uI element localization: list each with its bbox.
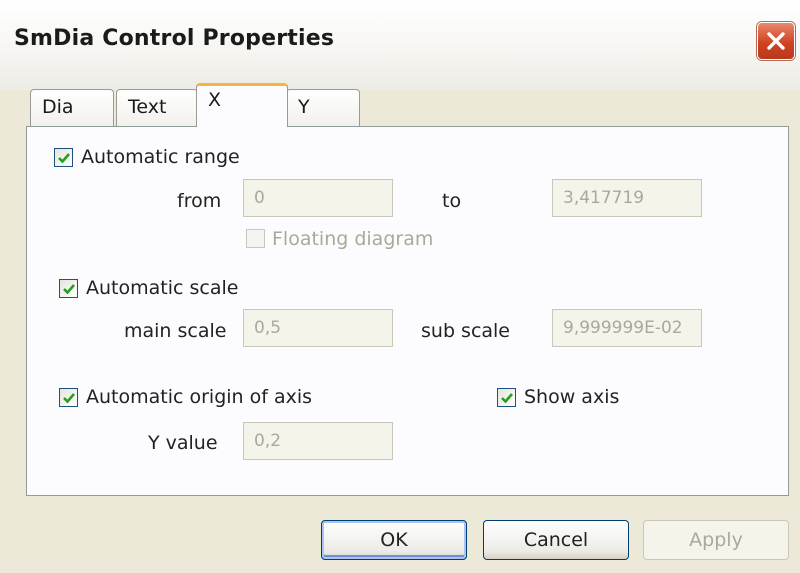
- sub-scale-label: sub scale: [421, 320, 510, 342]
- automatic-scale-checkbox[interactable]: [59, 279, 78, 298]
- close-icon: [767, 32, 785, 50]
- tab-y-label: Y: [298, 96, 310, 118]
- y-value-label: Y value: [148, 432, 218, 454]
- checkmark-icon: [501, 393, 513, 404]
- checkmark-icon: [63, 284, 75, 295]
- to-label: to: [442, 190, 462, 212]
- main-scale-label: main scale: [124, 320, 227, 342]
- tab-x[interactable]: X: [196, 83, 288, 127]
- show-axis-label: Show axis: [524, 386, 620, 408]
- title-bar[interactable]: SmDia Control Properties: [0, 0, 800, 90]
- checkmark-icon: [58, 153, 70, 164]
- automatic-origin-label: Automatic origin of axis: [86, 386, 313, 408]
- from-label: from: [177, 190, 222, 212]
- from-input[interactable]: 0: [243, 179, 393, 217]
- tab-dia-label: Dia: [42, 96, 74, 118]
- ok-button[interactable]: OK: [321, 520, 467, 560]
- to-input[interactable]: 3,417719: [552, 179, 702, 217]
- tab-x-label: X: [208, 89, 222, 111]
- automatic-scale-label: Automatic scale: [86, 277, 239, 299]
- checkmark-icon: [63, 393, 75, 404]
- tab-dia[interactable]: Dia: [30, 89, 114, 127]
- cancel-button[interactable]: Cancel: [483, 520, 629, 560]
- y-value-input[interactable]: 0,2: [243, 422, 393, 460]
- tab-text[interactable]: Text: [116, 89, 198, 127]
- automatic-range-checkbox[interactable]: [54, 148, 73, 167]
- show-axis-checkbox[interactable]: [497, 388, 516, 407]
- main-scale-input[interactable]: 0,5: [243, 309, 393, 347]
- apply-button[interactable]: Apply: [643, 520, 789, 560]
- floating-diagram-checkbox[interactable]: [246, 229, 265, 248]
- automatic-range-label: Automatic range: [81, 146, 240, 168]
- tab-text-label: Text: [128, 96, 167, 118]
- window-title: SmDia Control Properties: [14, 26, 335, 51]
- floating-diagram-label: Floating diagram: [272, 228, 434, 250]
- automatic-origin-checkbox[interactable]: [59, 388, 78, 407]
- close-button[interactable]: [757, 22, 795, 60]
- tab-y[interactable]: Y: [286, 89, 360, 127]
- sub-scale-input[interactable]: 9,999999E-02: [552, 309, 702, 347]
